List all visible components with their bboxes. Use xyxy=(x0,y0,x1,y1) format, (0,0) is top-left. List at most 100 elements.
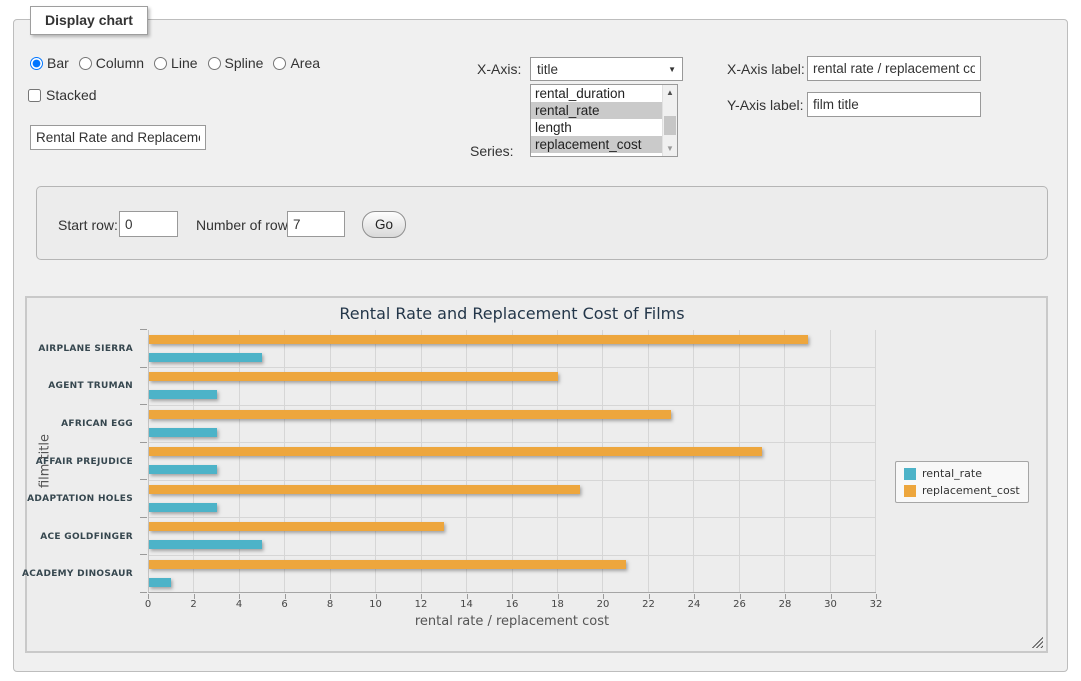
rows-panel xyxy=(36,186,1048,260)
scrollbar-track[interactable] xyxy=(663,100,677,141)
num-rows-input[interactable] xyxy=(287,211,345,237)
chart-title: Rental Rate and Replacement Cost of Film… xyxy=(148,304,876,323)
tick-mark xyxy=(140,554,147,555)
radio-column[interactable] xyxy=(79,57,92,70)
x-tick-label: 2 xyxy=(190,599,196,610)
category-label: ACE GOLDFINGER xyxy=(40,532,133,542)
legend-item-replacement_cost[interactable]: replacement_cost xyxy=(904,484,1020,497)
stacked-label: Stacked xyxy=(46,87,97,103)
x-tick-label: 14 xyxy=(460,599,473,610)
num-rows-label: Number of rows: xyxy=(196,217,299,233)
go-button[interactable]: Go xyxy=(362,211,406,238)
category-label: ACADEMY DINOSAUR xyxy=(22,569,133,579)
x-tick-label: 26 xyxy=(733,599,746,610)
bar-replacement_cost xyxy=(149,372,558,381)
tick-mark xyxy=(140,442,147,443)
tick-mark xyxy=(140,329,147,330)
fieldset-legend: Display chart xyxy=(30,6,148,35)
chart-container: Rental Rate and Replacement Cost of Film… xyxy=(25,296,1048,653)
series-option-rental_rate[interactable]: rental_rate xyxy=(531,102,662,119)
x-tick-label: 28 xyxy=(779,599,792,610)
x-axis-field-label: X-Axis label: xyxy=(727,61,805,77)
bar-replacement_cost xyxy=(149,410,671,419)
tick-mark xyxy=(140,592,147,593)
bar-rental_rate xyxy=(149,428,217,437)
x-axis-select-label: X-Axis: xyxy=(477,61,521,77)
start-row-input[interactable] xyxy=(119,211,178,237)
bar-replacement_cost xyxy=(149,447,762,456)
category-label: AFFAIR PREJUDICE xyxy=(36,457,133,467)
x-tick-label: 18 xyxy=(551,599,564,610)
bar-rental_rate xyxy=(149,353,262,362)
chart-band xyxy=(149,367,876,404)
category-axis-labels: AIRPLANE SIERRAAGENT TRUMANAFRICAN EGGAF… xyxy=(27,330,141,593)
chart-type-option-spline[interactable]: Spline xyxy=(208,55,264,71)
bar-rental_rate xyxy=(149,540,262,549)
stacked-checkbox[interactable] xyxy=(28,89,41,102)
series-options: rental_durationrental_ratelengthreplacem… xyxy=(531,85,662,156)
y-axis-label-input[interactable] xyxy=(807,92,981,117)
chart-type-option-area[interactable]: Area xyxy=(273,55,320,71)
legend-item-rental_rate[interactable]: rental_rate xyxy=(904,467,1020,480)
x-tick-label: 12 xyxy=(415,599,428,610)
radio-label: Bar xyxy=(47,55,69,71)
scroll-up-icon[interactable]: ▲ xyxy=(663,85,677,100)
bar-replacement_cost xyxy=(149,560,626,569)
x-tick-label: 20 xyxy=(597,599,610,610)
radio-label: Column xyxy=(96,55,144,71)
series-listbox[interactable]: rental_durationrental_ratelengthreplacem… xyxy=(530,84,678,157)
legend-swatch xyxy=(904,485,916,497)
tick-mark xyxy=(140,367,147,368)
series-scrollbar[interactable]: ▲ ▼ xyxy=(662,85,677,156)
x-axis-label-input[interactable] xyxy=(807,56,981,81)
chart-type-option-column[interactable]: Column xyxy=(79,55,144,71)
resize-handle-icon[interactable] xyxy=(1031,636,1043,648)
chart-title-input[interactable] xyxy=(30,125,206,150)
bar-replacement_cost xyxy=(149,522,444,531)
chevron-down-icon: ▼ xyxy=(668,65,676,74)
tick-mark xyxy=(140,517,147,518)
chart-type-radio-group: Bar Column Line Spline Area xyxy=(30,55,320,71)
chart-band xyxy=(149,480,876,517)
y-axis-ticks xyxy=(140,330,148,593)
x-tick-label: 4 xyxy=(236,599,242,610)
chart-band xyxy=(149,555,876,592)
x-axis-select[interactable]: title ▼ xyxy=(530,57,683,81)
radio-spline[interactable] xyxy=(208,57,221,70)
category-label: AIRPLANE SIERRA xyxy=(38,344,133,354)
scrollbar-thumb[interactable] xyxy=(664,116,676,134)
chart-type-option-line[interactable]: Line xyxy=(154,55,197,71)
chart-legend: rental_rate replacement_cost xyxy=(895,461,1029,503)
radio-line[interactable] xyxy=(154,57,167,70)
radio-area[interactable] xyxy=(273,57,286,70)
series-option-length[interactable]: length xyxy=(531,119,662,136)
x-tick-label: 30 xyxy=(824,599,837,610)
x-axis-selected-value: title xyxy=(537,62,668,77)
bar-rental_rate xyxy=(149,465,217,474)
start-row-label: Start row: xyxy=(58,217,118,233)
page: Display chart Bar Column Line Spline Area St… xyxy=(0,0,1081,681)
bar-replacement_cost xyxy=(149,335,808,344)
radio-label: Spline xyxy=(225,55,264,71)
series-label: Series: xyxy=(470,143,514,159)
radio-bar[interactable] xyxy=(30,57,43,70)
legend-label: rental_rate xyxy=(922,467,982,480)
x-tick-label: 24 xyxy=(688,599,701,610)
chart-band xyxy=(149,442,876,479)
chart-x-axis-title: rental rate / replacement cost xyxy=(148,614,876,629)
x-tick-label: 0 xyxy=(145,599,151,610)
series-option-rental_duration[interactable]: rental_duration xyxy=(531,85,662,102)
chart-band xyxy=(149,405,876,442)
x-axis-tick-labels: 02468101214161820222426283032 xyxy=(148,599,876,611)
series-option-replacement_cost[interactable]: replacement_cost xyxy=(531,136,662,153)
radio-label: Area xyxy=(290,55,320,71)
plot-area xyxy=(148,330,876,593)
x-tick-label: 8 xyxy=(327,599,333,610)
legend-label: replacement_cost xyxy=(922,484,1020,497)
stacked-checkbox-label[interactable]: Stacked xyxy=(28,87,97,103)
chart-type-option-bar[interactable]: Bar xyxy=(30,55,69,71)
legend-swatch xyxy=(904,468,916,480)
x-tick-label: 16 xyxy=(506,599,519,610)
scroll-down-icon[interactable]: ▼ xyxy=(663,141,677,156)
chart-band xyxy=(149,330,876,367)
